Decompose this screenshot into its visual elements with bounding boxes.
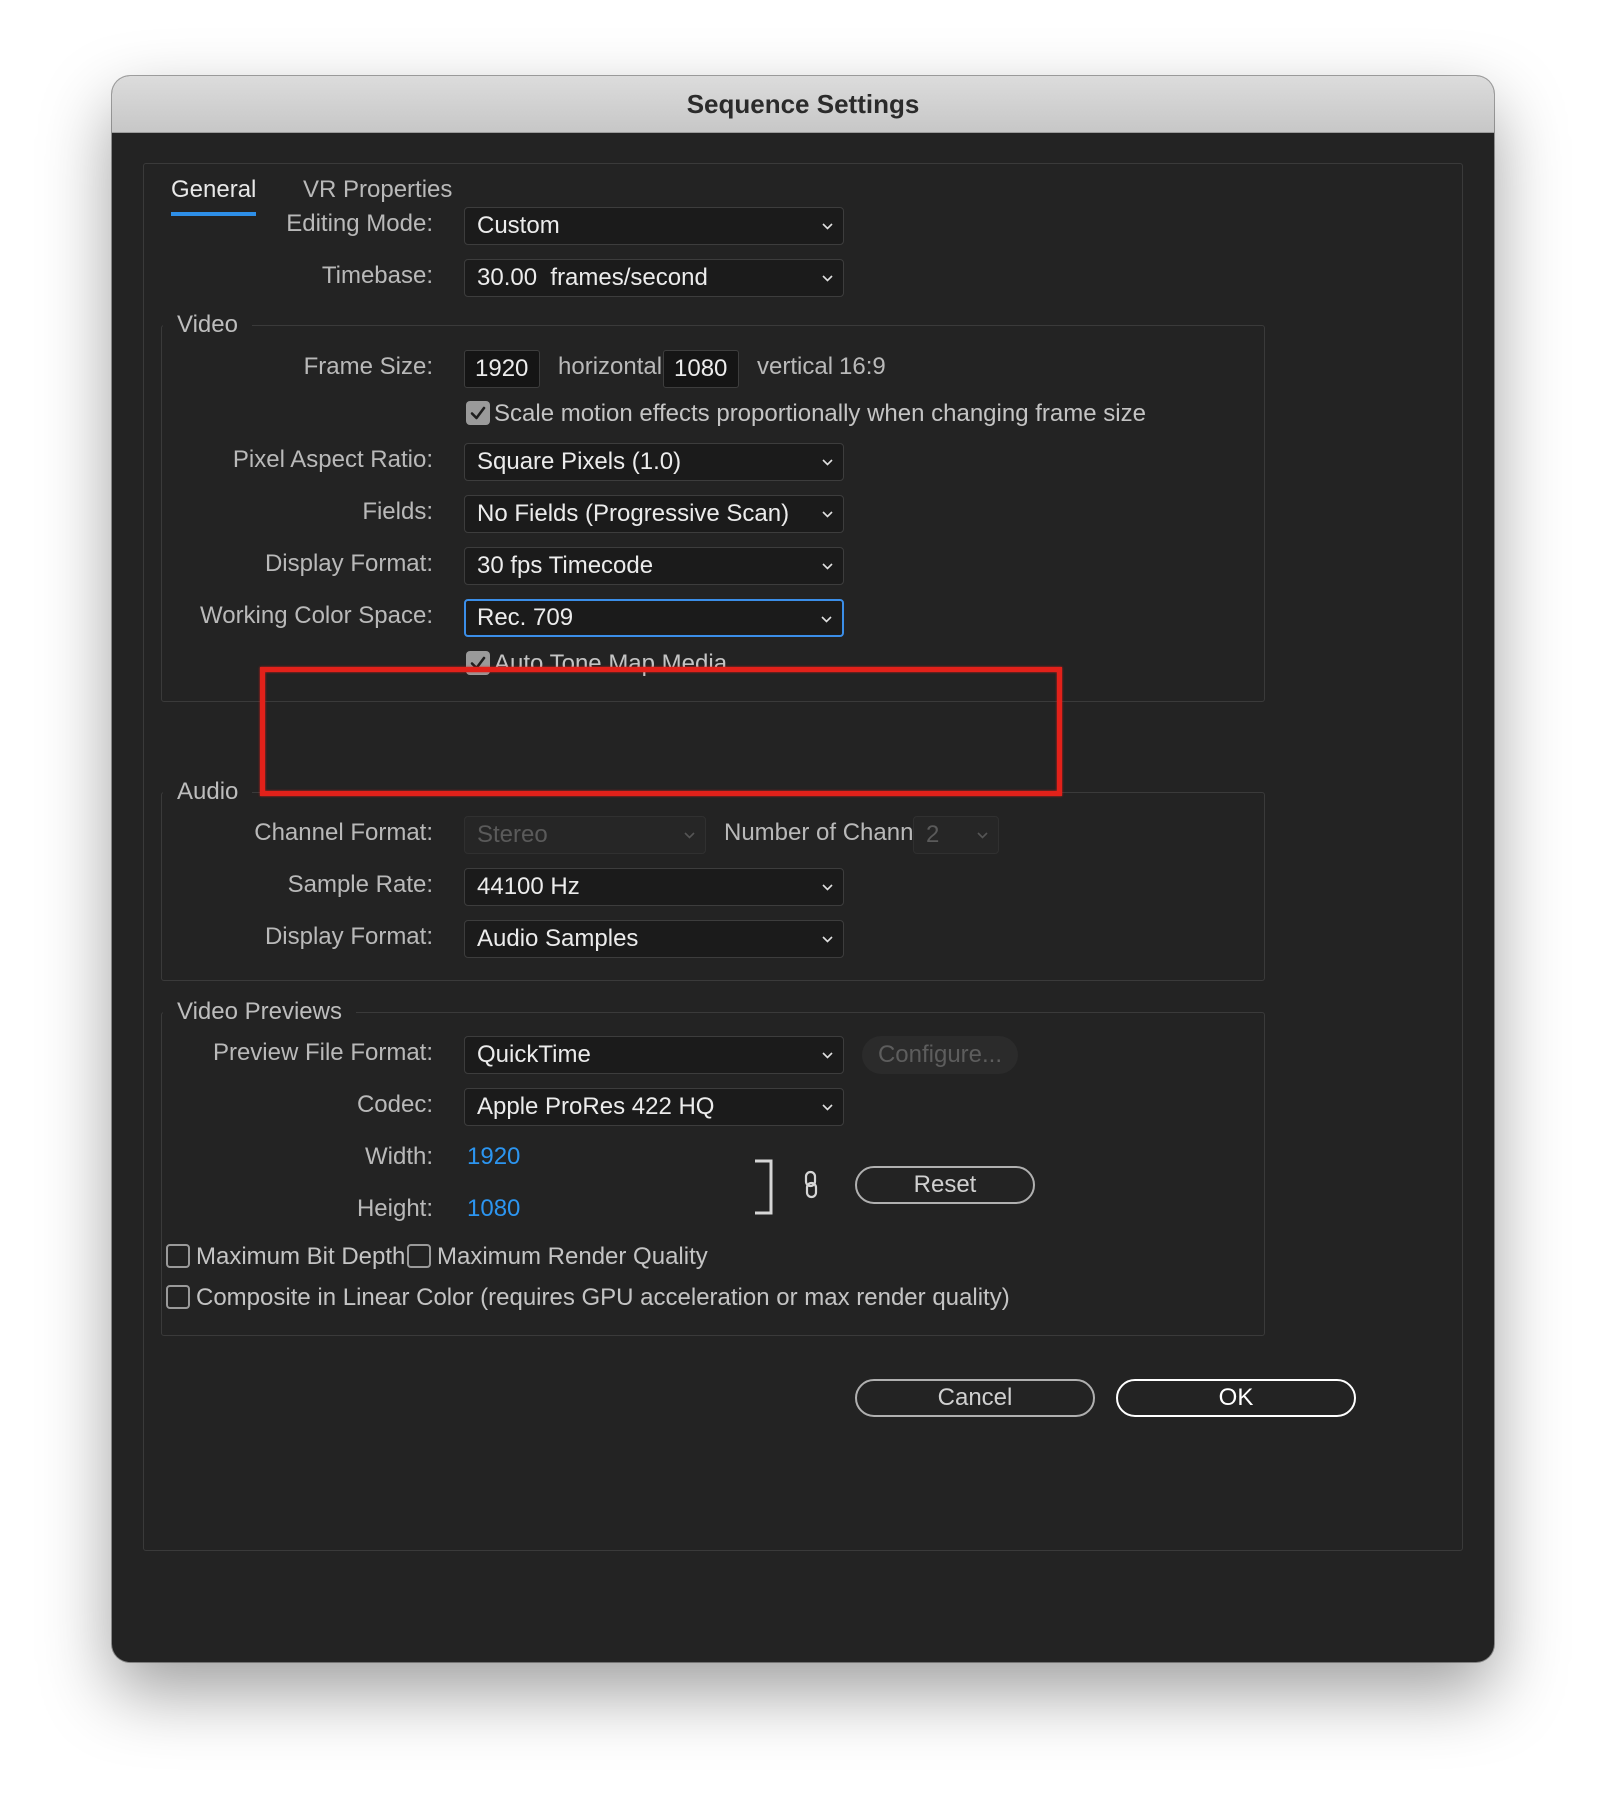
editing-mode-dropdown[interactable]: Custom: [464, 207, 844, 245]
timebase-label: Timebase:: [321, 262, 433, 289]
fields-value: No Fields (Progressive Scan): [477, 500, 790, 527]
audio-display-format-label: Display Format:: [264, 923, 433, 950]
aspect-ratio-text: 16:9: [839, 353, 886, 380]
num-channels-value: 2: [926, 821, 940, 848]
fields-label: Fields:: [362, 498, 433, 525]
codec-dropdown[interactable]: Apple ProRes 422 HQ: [464, 1088, 844, 1126]
max-bit-depth-checkbox[interactable]: [166, 1244, 190, 1268]
tab-general[interactable]: General: [171, 176, 257, 216]
editing-mode-label: Editing Mode:: [286, 210, 433, 237]
scale-motion-checkbox[interactable]: [466, 401, 490, 425]
audio-display-format-value: Audio Samples: [477, 925, 639, 952]
scale-motion-label: Scale motion effects proportionally when…: [494, 400, 1146, 427]
editing-mode-value: Custom: [477, 212, 560, 239]
chevron-down-icon: [977, 830, 988, 841]
working-color-space-dropdown[interactable]: Rec. 709: [464, 599, 844, 637]
link-bracket-icon: [755, 1159, 773, 1215]
channel-format-value: Stereo: [477, 821, 548, 848]
tab-vr-properties[interactable]: VR Properties: [303, 176, 452, 212]
sample-rate-value: 44100 Hz: [477, 873, 580, 900]
configure-button[interactable]: Configure...: [862, 1036, 1018, 1074]
max-bit-depth-label: Maximum Bit Depth: [196, 1243, 406, 1270]
fields-dropdown[interactable]: No Fields (Progressive Scan): [464, 495, 844, 533]
channel-format-dropdown[interactable]: Stereo: [464, 816, 706, 854]
chevron-down-icon: [822, 882, 833, 893]
max-render-quality-checkbox[interactable]: [407, 1244, 431, 1268]
horizontal-label: horizontal: [558, 353, 663, 380]
frame-height-input[interactable]: 1080: [663, 350, 739, 388]
linear-color-checkbox[interactable]: [166, 1285, 190, 1309]
chevron-down-icon: [821, 614, 832, 625]
chevron-down-icon: [822, 1102, 833, 1113]
chain-link-icon[interactable]: [804, 1170, 818, 1200]
audio-legend: Audio: [163, 778, 253, 806]
preview-file-format-value: QuickTime: [477, 1041, 591, 1068]
window-title: Sequence Settings: [112, 76, 1494, 133]
ok-button[interactable]: OK: [1116, 1379, 1356, 1417]
video-previews-legend: Video Previews: [163, 998, 356, 1026]
chevron-down-icon: [822, 1050, 833, 1061]
codec-label: Codec:: [356, 1091, 433, 1118]
codec-value: Apple ProRes 422 HQ: [477, 1093, 715, 1120]
working-color-space-label: Working Color Space:: [200, 602, 433, 629]
pixel-aspect-label: Pixel Aspect Ratio:: [232, 446, 433, 473]
pixel-aspect-value: Square Pixels (1.0): [477, 448, 682, 475]
chevron-down-icon: [822, 561, 833, 572]
sequence-settings-dialog: Sequence Settings General VR Properties …: [112, 76, 1494, 1662]
video-display-format-label: Display Format:: [264, 550, 433, 577]
frame-size-label: Frame Size:: [303, 353, 433, 380]
chevron-down-icon: [822, 509, 833, 520]
chevron-down-icon: [822, 934, 833, 945]
working-color-space-value: Rec. 709: [477, 604, 574, 631]
checkmark-icon: [470, 406, 486, 420]
preview-width-label: Width:: [364, 1143, 433, 1170]
num-channels-dropdown[interactable]: 2: [913, 816, 999, 854]
sample-rate-label: Sample Rate:: [287, 871, 433, 898]
preview-file-format-label: Preview File Format:: [212, 1039, 433, 1066]
chevron-down-icon: [684, 830, 695, 841]
video-display-format-value: 30 fps Timecode: [477, 552, 654, 579]
pixel-aspect-dropdown[interactable]: Square Pixels (1.0): [464, 443, 844, 481]
highlight-annotation: [260, 667, 1062, 796]
video-display-format-dropdown[interactable]: 30 fps Timecode: [464, 547, 844, 585]
preview-height-value[interactable]: 1080: [467, 1195, 520, 1223]
sample-rate-dropdown[interactable]: 44100 Hz: [464, 868, 844, 906]
cancel-button[interactable]: Cancel: [855, 1379, 1095, 1417]
preview-height-label: Height:: [356, 1195, 433, 1222]
max-render-quality-label: Maximum Render Quality: [437, 1243, 708, 1270]
vertical-label: vertical: [757, 353, 834, 380]
timebase-dropdown[interactable]: 30.00 frames/second: [464, 259, 844, 297]
linear-color-label: Composite in Linear Color (requires GPU …: [196, 1284, 1010, 1311]
chevron-down-icon: [822, 457, 833, 468]
channel-format-label: Channel Format:: [254, 819, 433, 846]
reset-button[interactable]: Reset: [855, 1166, 1035, 1204]
chevron-down-icon: [822, 273, 833, 284]
frame-width-input[interactable]: 1920: [464, 350, 540, 388]
preview-width-value[interactable]: 1920: [467, 1143, 520, 1171]
preview-file-format-dropdown[interactable]: QuickTime: [464, 1036, 844, 1074]
timebase-value: 30.00 frames/second: [477, 264, 708, 291]
video-legend: Video: [163, 311, 252, 339]
audio-display-format-dropdown[interactable]: Audio Samples: [464, 920, 844, 958]
chevron-down-icon: [822, 221, 833, 232]
